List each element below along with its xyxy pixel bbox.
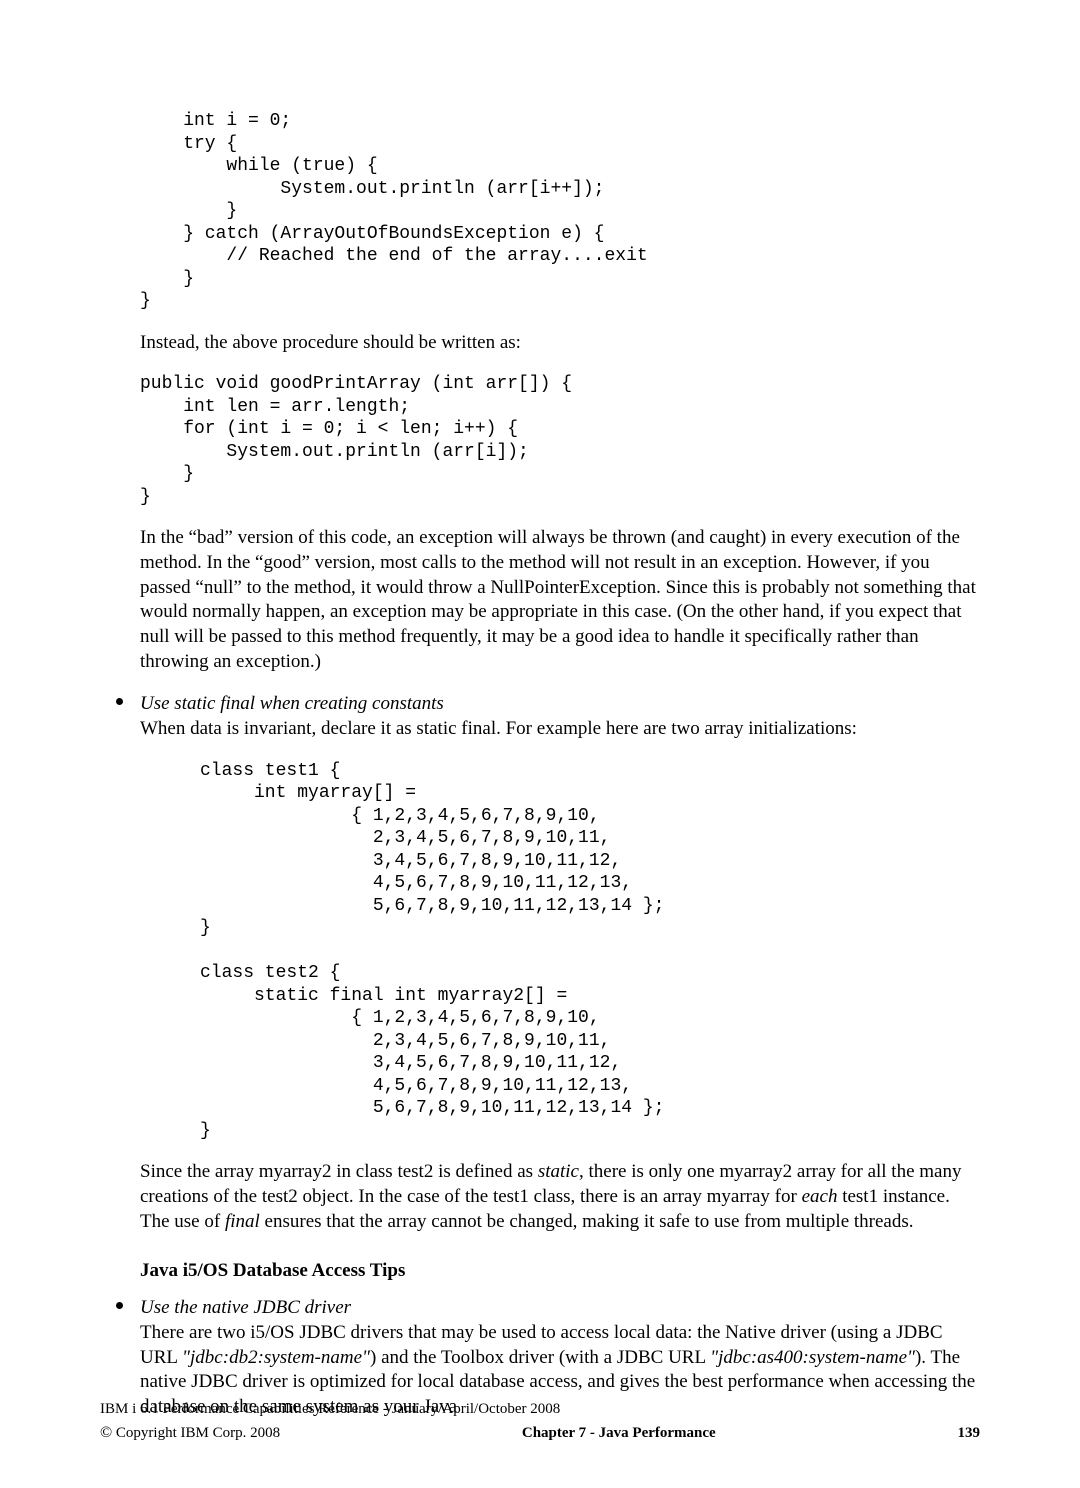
footer-reference-title: IBM i 6.1 Performance Capabilities Refer… xyxy=(100,1401,980,1418)
bullet-dot-icon xyxy=(116,698,123,705)
word-final: final xyxy=(225,1211,260,1232)
paragraph-bad-good-explanation: In the “bad” version of this code, an ex… xyxy=(140,526,980,674)
code-block-bad-print: int i = 0; try { while (true) { System.o… xyxy=(140,110,980,313)
paragraph-instead: Instead, the above procedure should be w… xyxy=(140,331,980,356)
bullet-title-native-jdbc: Use the native JDBC driver xyxy=(140,1297,351,1318)
footer-copyright-text: Copyright IBM Corp. 2008 xyxy=(112,1425,280,1441)
page-footer: IBM i 6.1 Performance Capabilities Refer… xyxy=(100,1401,980,1442)
jdbc-url-1: "jdbc:db2:system-name" xyxy=(182,1347,370,1368)
footer-copyright: © Copyright IBM Corp. 2008 xyxy=(100,1424,280,1442)
section-heading-db-tips: Java i5/OS Database Access Tips xyxy=(140,1260,980,1282)
footer-page-number: 139 xyxy=(958,1425,981,1442)
code-block-test-classes: class test1 { int myarray[] = { 1,2,3,4,… xyxy=(140,760,980,1143)
text-since-pre: Since the array myarray2 in class test2 … xyxy=(140,1161,538,1182)
bullet-dot-icon xyxy=(116,1302,123,1309)
copyright-icon: © xyxy=(100,1424,112,1441)
word-static: static xyxy=(538,1161,579,1182)
word-each: each xyxy=(802,1186,838,1207)
paragraph-since-array: Since the array myarray2 in class test2 … xyxy=(140,1160,980,1234)
document-page: int i = 0; try { while (true) { System.o… xyxy=(0,0,1080,1488)
bullet-title-static-final: Use static final when creating constants xyxy=(140,693,444,714)
bullet-text-static-final: When data is invariant, declare it as st… xyxy=(140,718,857,739)
bullet-static-final: Use static final when creating constants… xyxy=(140,692,980,741)
footer-chapter-title: Chapter 7 - Java Performance xyxy=(522,1425,716,1442)
code-block-good-print: public void goodPrintArray (int arr[]) {… xyxy=(140,373,980,508)
text-since-post: ensures that the array cannot be changed… xyxy=(260,1211,914,1232)
bullet-text-jdbc-mid: ) and the Toolbox driver (with a JDBC UR… xyxy=(370,1347,710,1368)
jdbc-url-2: "jdbc:as400:system-name" xyxy=(710,1347,915,1368)
